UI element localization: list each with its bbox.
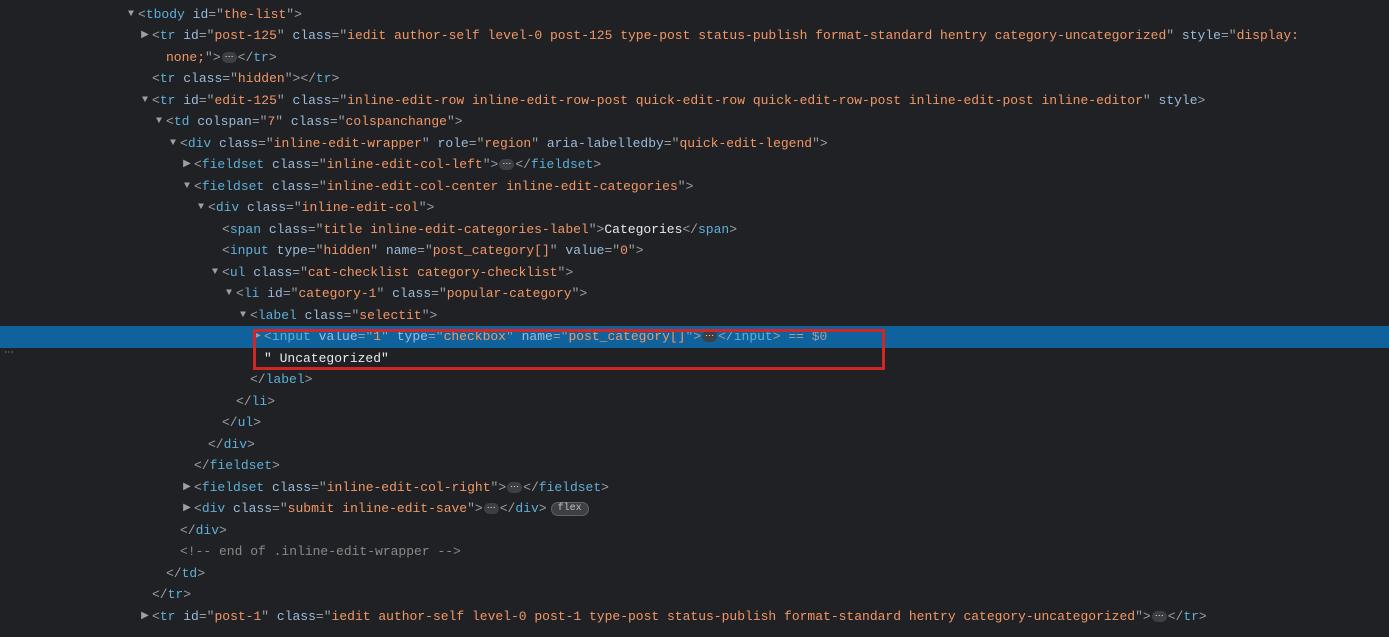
- node-content[interactable]: </div>: [180, 523, 227, 538]
- collapse-icon[interactable]: ▼: [210, 262, 220, 284]
- node-content[interactable]: <label class="selectit">: [250, 308, 437, 323]
- dom-tree-row[interactable]: ▶</td>: [0, 563, 1389, 585]
- dom-tree-row[interactable]: ▼<ul class="cat-checklist category-check…: [0, 262, 1389, 284]
- dom-tree-row[interactable]: ▶</fieldset>: [0, 455, 1389, 477]
- dom-tree-row[interactable]: ▼<tbody id="the-list">: [0, 4, 1389, 26]
- dom-tree-row[interactable]: ▶<fieldset class="inline-edit-col-right"…: [0, 477, 1389, 499]
- node-content[interactable]: <li id="category-1" class="popular-categ…: [236, 286, 587, 301]
- dom-tree-row[interactable]: ▶<input type="hidden" name="post_categor…: [0, 240, 1389, 262]
- node-content[interactable]: </td>: [166, 566, 205, 581]
- node-content[interactable]: <input value="1" type="checkbox" name="p…: [264, 329, 827, 344]
- dom-tree-row[interactable]: ▶<tr id="post-125" class="iedit author-s…: [0, 25, 1389, 47]
- expand-icon[interactable]: ▶: [252, 326, 262, 348]
- collapse-icon[interactable]: ▼: [154, 111, 164, 133]
- dom-tree-row[interactable]: ▼<li id="category-1" class="popular-cate…: [0, 283, 1389, 305]
- dom-tree-row[interactable]: ▼<td colspan="7" class="colspanchange">: [0, 111, 1389, 133]
- collapse-icon[interactable]: ▼: [126, 4, 136, 26]
- dom-tree-row[interactable]: ▶</tr>: [0, 584, 1389, 606]
- dom-tree-row[interactable]: ▶none;">⋯</tr>: [0, 47, 1389, 69]
- dom-tree-row[interactable]: ▼<div class="inline-edit-wrapper" role="…: [0, 133, 1389, 155]
- node-content[interactable]: " Uncategorized": [264, 351, 389, 366]
- collapse-icon[interactable]: ▼: [238, 305, 248, 327]
- collapse-icon[interactable]: ▼: [140, 90, 150, 112]
- node-content[interactable]: <ul class="cat-checklist category-checkl…: [222, 265, 573, 280]
- expand-icon[interactable]: ▶: [182, 154, 192, 176]
- node-content[interactable]: <span class="title inline-edit-categorie…: [222, 222, 737, 237]
- ellipsis-icon[interactable]: ⋯: [484, 503, 499, 514]
- dom-tree-row[interactable]: ▶<div class="submit inline-edit-save">⋯<…: [0, 498, 1389, 520]
- dom-tree-row[interactable]: ▶" Uncategorized": [0, 348, 1389, 370]
- dom-tree-row[interactable]: ▼<fieldset class="inline-edit-col-center…: [0, 176, 1389, 198]
- ellipsis-icon[interactable]: ⋯: [507, 482, 522, 493]
- expand-icon[interactable]: ▶: [182, 498, 192, 520]
- dom-tree-row[interactable]: ▼<label class="selectit">: [0, 305, 1389, 327]
- collapse-icon[interactable]: ▼: [224, 283, 234, 305]
- dom-tree-row[interactable]: ▶<tr class="hidden"></tr>: [0, 68, 1389, 90]
- node-content[interactable]: <fieldset class="inline-edit-col-left">⋯…: [194, 157, 601, 172]
- node-content[interactable]: <tr class="hidden"></tr>: [152, 71, 339, 86]
- node-content[interactable]: <input type="hidden" name="post_category…: [222, 243, 644, 258]
- node-content[interactable]: <tbody id="the-list">: [138, 7, 302, 22]
- dom-tree-row[interactable]: ▶</label>: [0, 369, 1389, 391]
- collapse-icon[interactable]: ▼: [196, 197, 206, 219]
- node-content[interactable]: <fieldset class="inline-edit-col-center …: [194, 179, 693, 194]
- dom-tree-row[interactable]: ▶</li>: [0, 391, 1389, 413]
- node-content[interactable]: <div class="submit inline-edit-save">⋯</…: [194, 501, 589, 516]
- dom-tree-row[interactable]: ▼<div class="inline-edit-col">: [0, 197, 1389, 219]
- expand-icon[interactable]: ▶: [140, 25, 150, 47]
- node-content[interactable]: <div class="inline-edit-col">: [208, 200, 434, 215]
- node-content[interactable]: <fieldset class="inline-edit-col-right">…: [194, 480, 609, 495]
- node-content[interactable]: </div>: [208, 437, 255, 452]
- collapse-icon[interactable]: ▼: [168, 133, 178, 155]
- ellipsis-icon[interactable]: ⋯: [222, 52, 237, 63]
- node-content[interactable]: <tr id="post-1" class="iedit author-self…: [152, 609, 1207, 624]
- node-content[interactable]: <td colspan="7" class="colspanchange">: [166, 114, 463, 129]
- dom-tree[interactable]: ▶<thead>⋯</thead>▼<tbody id="the-list">▶…: [0, 0, 1389, 627]
- dom-tree-row[interactable]: ▶</div>: [0, 520, 1389, 542]
- node-content[interactable]: </label>: [250, 372, 312, 387]
- node-content[interactable]: <tr id="edit-125" class="inline-edit-row…: [152, 93, 1205, 108]
- expand-icon[interactable]: ▶: [182, 477, 192, 499]
- dom-tree-row[interactable]: ▶<span class="title inline-edit-categori…: [0, 219, 1389, 241]
- dom-tree-row[interactable]: ▶</ul>: [0, 412, 1389, 434]
- ellipsis-icon[interactable]: ⋯: [1152, 611, 1167, 622]
- dom-tree-row[interactable]: ▶<input value="1" type="checkbox" name="…: [0, 326, 1389, 348]
- ellipsis-icon[interactable]: ⋯: [702, 331, 717, 342]
- dom-tree-row[interactable]: ▶<!-- end of .inline-edit-wrapper -->: [0, 541, 1389, 563]
- dom-tree-row[interactable]: ▼<tr id="edit-125" class="inline-edit-ro…: [0, 90, 1389, 112]
- node-content[interactable]: <div class="inline-edit-wrapper" role="r…: [180, 136, 828, 151]
- node-content[interactable]: </fieldset>: [194, 458, 280, 473]
- node-content[interactable]: </li>: [236, 394, 275, 409]
- dom-tree-row[interactable]: ▶<tr id="post-1" class="iedit author-sel…: [0, 606, 1389, 628]
- node-content[interactable]: <!-- end of .inline-edit-wrapper -->: [180, 544, 461, 559]
- dom-tree-row[interactable]: ▶</div>: [0, 434, 1389, 456]
- collapse-icon[interactable]: ▼: [182, 176, 192, 198]
- layout-badge: flex: [551, 502, 589, 516]
- node-content[interactable]: </ul>: [222, 415, 261, 430]
- expand-icon[interactable]: ▶: [140, 606, 150, 628]
- ellipsis-icon[interactable]: ⋯: [499, 159, 514, 170]
- gutter-ellipsis-icon: ⋯: [4, 343, 16, 365]
- dom-tree-row[interactable]: ▶<fieldset class="inline-edit-col-left">…: [0, 154, 1389, 176]
- node-content[interactable]: </tr>: [152, 587, 191, 602]
